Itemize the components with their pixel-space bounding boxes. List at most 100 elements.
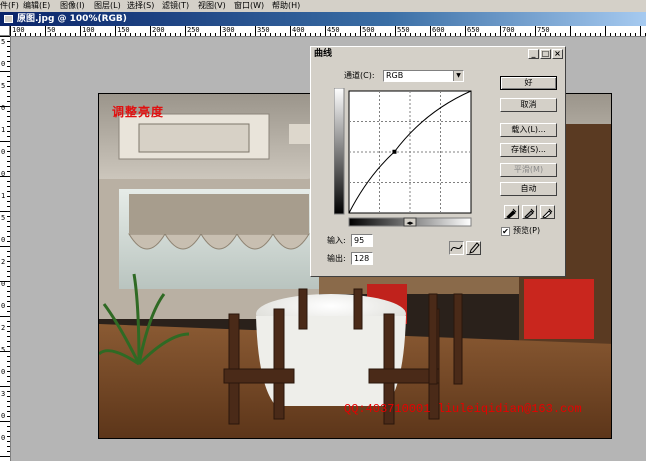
horizontal-ruler[interactable]: 100 50 100 150 200 250 300 350 400 450 500 550 600 65… <box>10 26 646 37</box>
ruler-tick <box>625 33 626 36</box>
menu-view[interactable]: 视图(V) <box>198 0 226 12</box>
ruler-tick <box>290 26 291 36</box>
ruler-tick <box>7 321 10 322</box>
ruler-label: 400 <box>292 26 305 34</box>
ruler-label: 5 <box>1 82 6 90</box>
ruler-tick <box>105 33 106 36</box>
menu-file[interactable]: 件(F) <box>0 0 19 12</box>
ruler-tick <box>485 33 486 36</box>
menu-help[interactable]: 帮助(H) <box>272 0 300 12</box>
ruler-label: 3 <box>1 390 6 398</box>
menu-edit[interactable]: 编辑(E) <box>23 0 50 12</box>
watermark-text: QQ:403710001 liuleiqidian@163.com <box>344 402 582 416</box>
ruler-tick <box>7 431 10 432</box>
pencil-mode-button[interactable] <box>466 241 481 255</box>
ruler-tick <box>350 33 351 36</box>
ruler-label: 5 <box>1 346 6 354</box>
menu-bar: 件(F) 编辑(E) 图像(I) 图层(L) 选择(S) 滤镜(T) 视图(V)… <box>0 0 646 12</box>
ruler-label: 600 <box>432 26 445 34</box>
ruler-label: 5 <box>1 214 6 222</box>
ruler-tick <box>600 33 601 36</box>
curve-mode-icon <box>450 244 463 252</box>
ruler-tick <box>7 201 10 202</box>
ruler-tick <box>570 26 571 36</box>
curve-mode-button[interactable] <box>449 241 464 255</box>
ruler-tick <box>7 371 10 372</box>
ruler-tick <box>0 71 10 72</box>
menu-window[interactable]: 窗口(W) <box>234 0 264 12</box>
help-button[interactable]: _ <box>528 49 539 59</box>
input-field[interactable]: 95 <box>351 234 373 247</box>
ruler-tick <box>325 26 326 36</box>
toggle-arrows-icon: ◂▸ <box>406 219 414 227</box>
ruler-tick <box>80 26 81 36</box>
close-button[interactable]: × <box>552 49 563 59</box>
ruler-tick <box>340 33 341 36</box>
ruler-tick <box>480 33 481 36</box>
ruler-tick <box>375 33 376 36</box>
curve-graph-area: ◂▸ <box>334 88 472 227</box>
curves-dialog-titlebar[interactable] <box>311 47 565 62</box>
ruler-tick <box>310 33 311 36</box>
ok-button[interactable]: 好 <box>500 76 557 90</box>
ruler-label: 100 <box>12 26 25 34</box>
ruler-tick <box>425 33 426 36</box>
menu-filter[interactable]: 滤镜(T) <box>162 0 189 12</box>
ruler-tick <box>255 26 256 36</box>
ruler-tick <box>455 33 456 36</box>
auto-button[interactable]: 自动 <box>500 182 557 196</box>
channel-label: 通道(C): <box>344 71 375 80</box>
menu-image[interactable]: 图像(I) <box>60 0 85 12</box>
ruler-tick <box>420 33 421 36</box>
ruler-corner[interactable] <box>0 26 10 36</box>
ruler-tick <box>315 33 316 36</box>
load-button[interactable]: 载入(L)... <box>500 123 557 137</box>
ruler-tick <box>10 26 11 36</box>
ruler-tick <box>7 221 10 222</box>
save-button[interactable]: 存储(S)... <box>500 143 557 157</box>
smooth-button[interactable]: 平滑(M) <box>500 163 557 177</box>
ruler-label: 650 <box>467 26 480 34</box>
ruler-tick <box>7 331 10 332</box>
ruler-tick <box>7 261 10 262</box>
ruler-label: 200 <box>152 26 165 34</box>
ruler-tick <box>65 33 66 36</box>
ruler-label: 5 <box>1 38 6 46</box>
ruler-tick <box>345 33 346 36</box>
ruler-tick <box>7 166 10 167</box>
curve-control-point[interactable] <box>392 149 397 154</box>
pencil-icon <box>469 242 480 254</box>
ruler-tick <box>320 33 321 36</box>
ruler-tick <box>7 151 10 152</box>
ruler-tick <box>520 33 521 36</box>
channel-select[interactable]: RGB ▼ <box>383 70 464 82</box>
preview-checkbox[interactable]: ✔ <box>501 227 510 236</box>
ruler-tick <box>7 131 10 132</box>
ruler-tick <box>7 126 10 127</box>
ruler-tick <box>7 91 10 92</box>
output-field[interactable]: 128 <box>351 252 373 265</box>
output-gradient-bar <box>334 88 345 215</box>
ruler-tick <box>7 326 10 327</box>
gray-eyedropper-button[interactable] <box>522 205 537 219</box>
ruler-tick <box>640 26 641 36</box>
chevron-down-icon: ▼ <box>453 71 463 81</box>
ruler-tick <box>535 26 536 36</box>
ruler-tick <box>415 33 416 36</box>
black-eyedropper-button[interactable] <box>504 205 519 219</box>
vertical-ruler[interactable]: 5 0 5 0 1 0 0 1 5 0 2 0 0 2 5 0 3 0 0 <box>0 36 11 461</box>
ruler-tick <box>7 171 10 172</box>
cancel-button[interactable]: 取消 <box>500 98 557 112</box>
maximize-button[interactable]: □ <box>540 49 551 59</box>
ruler-label: 250 <box>187 26 200 34</box>
ruler-tick <box>635 33 636 36</box>
ruler-tick <box>0 246 10 247</box>
white-eyedropper-button[interactable] <box>540 205 555 219</box>
ruler-tick <box>7 341 10 342</box>
menu-layer[interactable]: 图层(L) <box>94 0 121 12</box>
ruler-label: 300 <box>222 26 235 34</box>
ruler-tick <box>7 286 10 287</box>
ruler-tick <box>40 33 41 36</box>
ruler-tick <box>7 376 10 377</box>
menu-select[interactable]: 选择(S) <box>127 0 154 12</box>
